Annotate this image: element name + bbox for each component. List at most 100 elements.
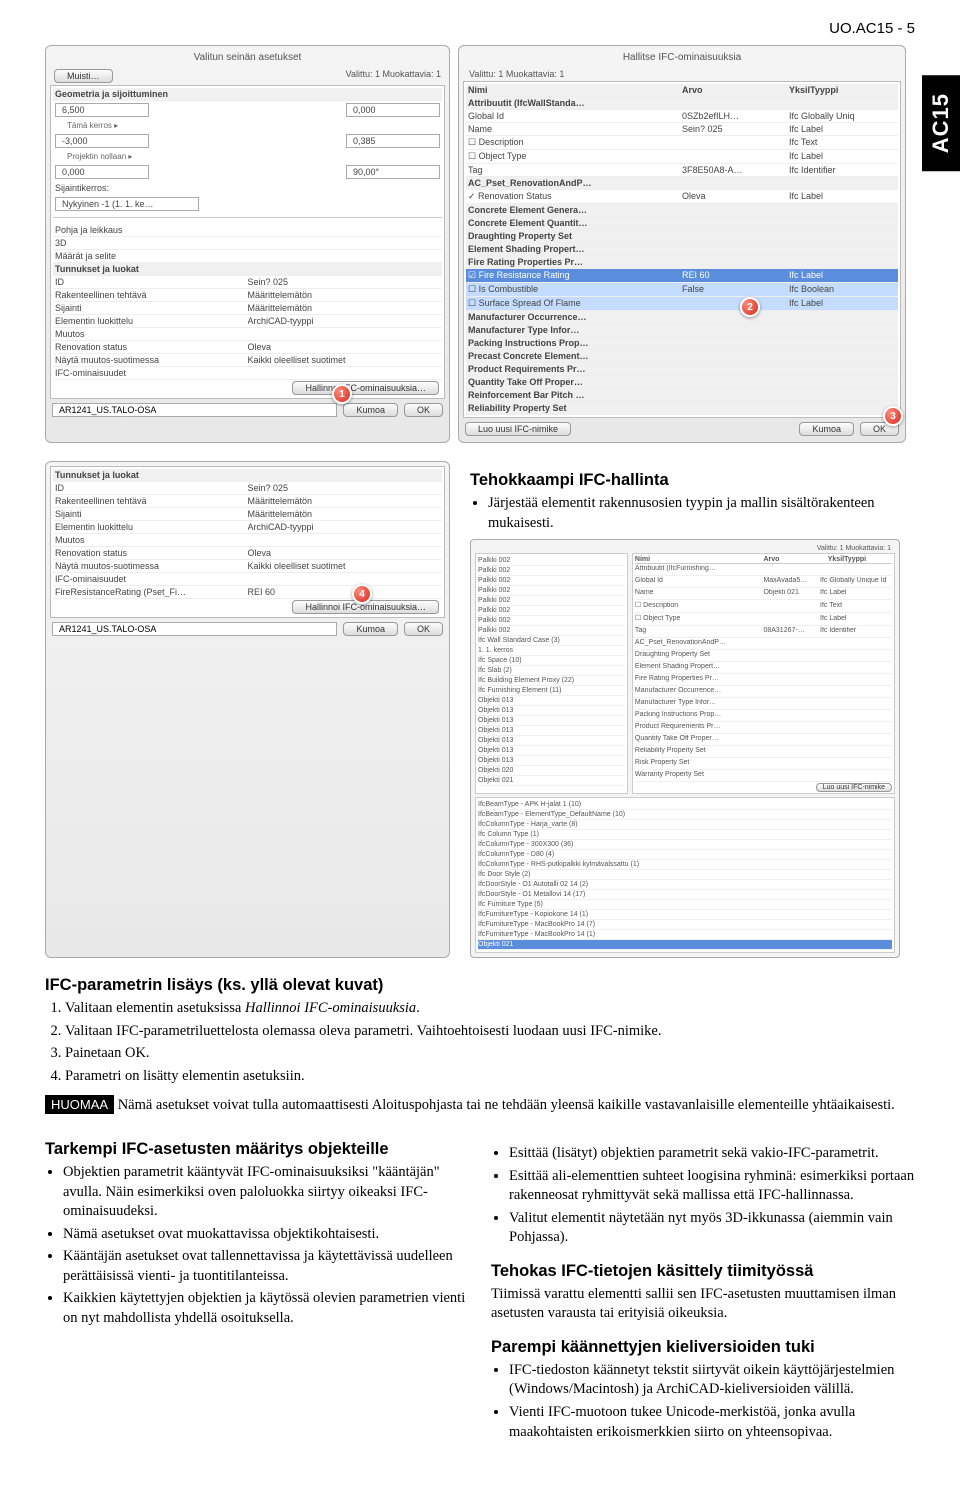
proj-nollaan[interactable]: Projektin nollaan ▸ — [55, 152, 132, 161]
prop-item[interactable]: Reliability Property Set — [635, 746, 892, 758]
type-item[interactable]: IfcColumnType - D80 (4) — [478, 850, 892, 860]
prop-item[interactable]: Manufacturer Occurrence… — [635, 686, 892, 698]
tree-item[interactable]: Objekti 013 — [478, 746, 625, 756]
property-row[interactable]: Attribuutit (IfcWallStanda… — [466, 97, 898, 110]
ok-button-tl[interactable]: OK — [404, 403, 443, 417]
prop-item[interactable]: Warranty Property Set — [635, 770, 892, 782]
thickness-input[interactable]: 0,385 — [346, 134, 440, 148]
tree-item[interactable]: 1. 1. kerros — [478, 646, 625, 656]
tama-kerros[interactable]: Tämä kerros ▸ — [55, 121, 118, 130]
tree-item[interactable]: Objekti 013 — [478, 706, 625, 716]
property-row[interactable]: ☐ Object TypeIfc Label — [466, 150, 898, 164]
prop-item[interactable]: Global IdMaxAvada5…Ifc Globally Unique I… — [635, 576, 892, 588]
property-row[interactable]: NameSein? 025Ifc Label — [466, 123, 898, 136]
property-row[interactable]: Manufacturer Occurrence… — [466, 311, 898, 324]
tree-item[interactable]: Palkki 002 — [478, 556, 625, 566]
property-row[interactable]: ☑ Fire Resistance RatingREI 60Ifc Label — [466, 269, 898, 283]
prop-item[interactable]: Manufacturer Type Infor… — [635, 698, 892, 710]
type-item[interactable]: IfcDoorStyle - O1 Metallovi 14 (17) — [478, 890, 892, 900]
layer-select-mid[interactable]: AR1241_US.TALO-OSA — [52, 622, 337, 636]
prop-item[interactable]: Attribuutit (IfcFurnishing… — [635, 564, 892, 576]
prop-item[interactable]: Element Shading Propert… — [635, 662, 892, 674]
zero-input[interactable]: 0,000 — [55, 165, 149, 179]
section-pohja[interactable]: Pohja ja leikkaus — [55, 225, 440, 235]
prop-item[interactable]: ☐ Object TypeIfc Label — [635, 613, 892, 626]
luo-uusi-button[interactable]: Luo uusi IFC-nimike — [465, 422, 571, 436]
kumoa-button-tl[interactable]: Kumoa — [343, 403, 398, 417]
property-row[interactable]: Concrete Element Genera… — [466, 204, 898, 217]
type-item[interactable]: IfcDoorStyle - O1 Autotalli 02 14 (2) — [478, 880, 892, 890]
tree-item[interactable]: Objekti 013 — [478, 716, 625, 726]
prop-item[interactable]: Fire Rating Properties Pr… — [635, 674, 892, 686]
type-item[interactable]: IfcColumnType - 300X300 (36) — [478, 840, 892, 850]
tree-item[interactable]: Palkki 002 — [478, 606, 625, 616]
section-3d[interactable]: 3D — [55, 238, 440, 248]
prop-item[interactable]: NameObjekti 021Ifc Label — [635, 588, 892, 600]
height-input[interactable]: 6,500 — [55, 103, 149, 117]
property-row[interactable]: ☐ Surface Spread Of FlameIfc Label — [466, 297, 898, 311]
tree-item[interactable]: Palkki 002 — [478, 616, 625, 626]
type-item[interactable]: Ifc Door Style (2) — [478, 870, 892, 880]
property-row[interactable]: ☐ Is CombustibleFalseIfc Boolean — [466, 283, 898, 297]
tree-item[interactable]: Ifc Furnishing Element (11) — [478, 686, 625, 696]
property-row[interactable]: Reliability Property Set — [466, 402, 898, 415]
property-row[interactable]: Draughting Property Set — [466, 230, 898, 243]
tree-item[interactable]: Objekti 021 — [478, 776, 625, 786]
kumoa-button-mid[interactable]: Kumoa — [343, 622, 398, 636]
ok-button-mid[interactable]: OK — [404, 622, 443, 636]
layer-select[interactable]: AR1241_US.TALO-OSA — [52, 403, 337, 417]
luo-uusi-small[interactable]: Luo uusi IFC-nimike — [816, 783, 892, 792]
tree-item[interactable]: Ifc Building Element Proxy (22) — [478, 676, 625, 686]
hallinnoi-button[interactable]: Hallinnoi IFC-ominaisuuksia… — [292, 381, 439, 395]
property-row[interactable]: ✓ Renovation StatusOlevaIfc Label — [466, 190, 898, 204]
prop-item[interactable]: Packing Instructions Prop… — [635, 710, 892, 722]
tree-item[interactable]: Ifc Slab (2) — [478, 666, 625, 676]
offset-input[interactable]: 0,000 — [346, 103, 440, 117]
type-item[interactable]: Ifc Column Type (1) — [478, 830, 892, 840]
tree-item[interactable]: Objekti 020 — [478, 766, 625, 776]
tree-item[interactable]: Objekti 013 — [478, 696, 625, 706]
prop-item[interactable]: ☐ DescriptionIfc Text — [635, 600, 892, 613]
property-row[interactable]: Reinforcement Bar Pitch … — [466, 389, 898, 402]
property-row[interactable]: Manufacturer Type Infor… — [466, 324, 898, 337]
tree-item[interactable]: Palkki 002 — [478, 566, 625, 576]
tree-item[interactable]: Palkki 002 — [478, 626, 625, 636]
tree-item[interactable]: Palkki 002 — [478, 596, 625, 606]
tree-item[interactable]: Ifc Space (10) — [478, 656, 625, 666]
tree-item[interactable]: Objekti 013 — [478, 726, 625, 736]
tree-item[interactable]: Ifc Wall Standard Case (3) — [478, 636, 625, 646]
section-tunnukset-mid[interactable]: Tunnukset ja luokat — [55, 470, 440, 480]
property-row[interactable]: Fire Rating Properties Pr… — [466, 256, 898, 269]
type-item[interactable]: IfcBeamType - APK H-jalat 1 (10) — [478, 800, 892, 810]
property-row[interactable]: AC_Pset_RenovationAndP… — [466, 177, 898, 190]
type-item[interactable]: IfcBeamType - ElementType_DefaultName (1… — [478, 810, 892, 820]
kumoa-button-tr[interactable]: Kumoa — [799, 422, 854, 436]
sijaintikerros-select[interactable]: Nykyinen -1 (1. 1. ke… — [55, 197, 199, 211]
prop-item[interactable]: Quantity Take Off Proper… — [635, 734, 892, 746]
muisti-button[interactable]: Muisti… — [54, 69, 113, 83]
tree-item[interactable]: Palkki 002 — [478, 576, 625, 586]
prop-item[interactable]: Tag08A31267-…Ifc Identifier — [635, 626, 892, 638]
prop-item[interactable]: Product Requirements Pr… — [635, 722, 892, 734]
neg3-input[interactable]: -3,000 — [55, 134, 149, 148]
type-item[interactable]: IfcFurnitureType - MacBookPro 14 (1) — [478, 930, 892, 940]
property-row[interactable]: Tag3F8E50A8-A…Ifc Identifier — [466, 164, 898, 177]
selected-objekti[interactable]: Objekti 021 — [478, 940, 892, 950]
prop-item[interactable]: Draughting Property Set — [635, 650, 892, 662]
property-row[interactable]: Concrete Element Quantit… — [466, 217, 898, 230]
section-maarat[interactable]: Määrät ja selite — [55, 251, 440, 261]
property-row[interactable]: Quantity Take Off Proper… — [466, 376, 898, 389]
type-item[interactable]: IfcColumnType - Harja_varte (8) — [478, 820, 892, 830]
property-row[interactable]: Global Id0SZb2efILH…Ifc Globally Uniq — [466, 110, 898, 123]
prop-item[interactable]: AC_Pset_RenovationAndP… — [635, 638, 892, 650]
tree-item[interactable]: Objekti 013 — [478, 736, 625, 746]
section-geom[interactable]: Geometria ja sijoittuminen — [55, 89, 440, 99]
section-tunnukset[interactable]: Tunnukset ja luokat — [55, 264, 440, 274]
property-row[interactable]: Precast Concrete Element… — [466, 350, 898, 363]
property-row[interactable]: Packing Instructions Prop… — [466, 337, 898, 350]
angle-input[interactable]: 90,00° — [346, 165, 440, 179]
type-item[interactable]: IfcFurnitureType - Kopiokone 14 (1) — [478, 910, 892, 920]
type-item[interactable]: Ifc Furniture Type (5) — [478, 900, 892, 910]
prop-item[interactable]: Risk Property Set — [635, 758, 892, 770]
property-row[interactable]: Element Shading Propert… — [466, 243, 898, 256]
